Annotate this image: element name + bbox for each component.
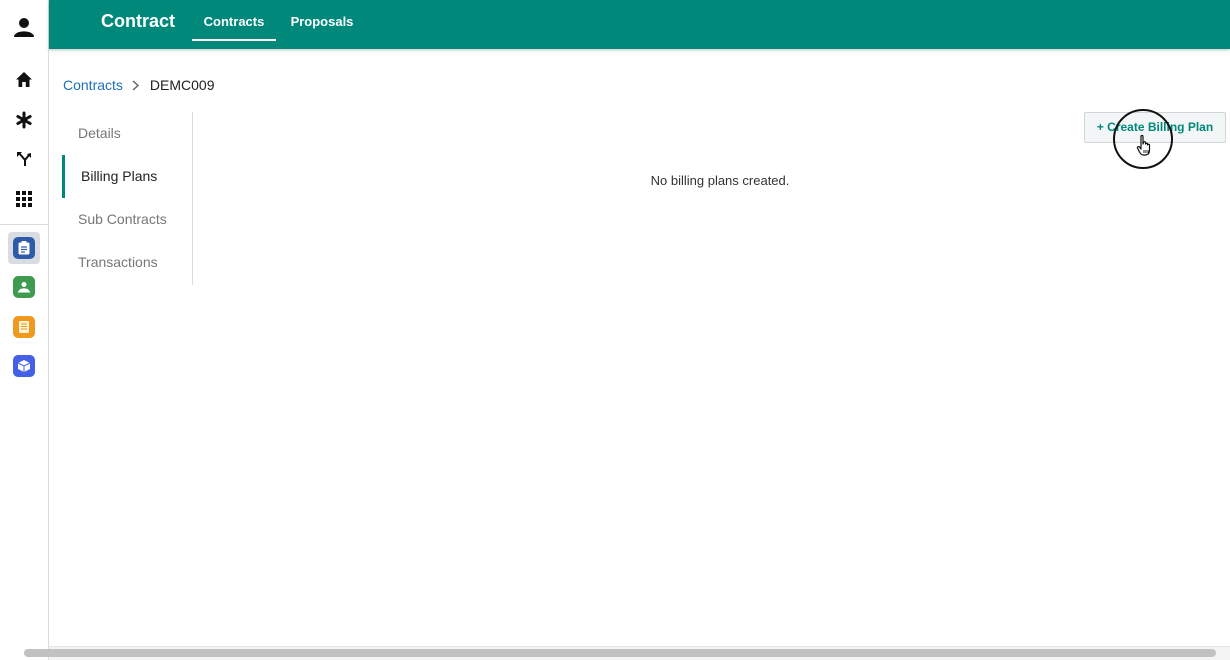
- box-icon: [13, 355, 35, 377]
- tab-proposals[interactable]: Proposals: [287, 0, 357, 41]
- orange-app-button[interactable]: [8, 311, 40, 343]
- empty-state-message: No billing plans created.: [650, 173, 790, 188]
- nav-item-sub-contracts[interactable]: Sub Contracts: [62, 198, 192, 241]
- nav-item-billing-plans[interactable]: Billing Plans: [62, 155, 192, 198]
- hand-cursor-icon: [1136, 134, 1154, 163]
- chevron-right-icon: [131, 79, 142, 91]
- user-icon[interactable]: [8, 11, 40, 43]
- contract-side-nav: Details Billing Plans Sub Contracts Tran…: [62, 112, 193, 285]
- apps-grid-icon[interactable]: [8, 183, 40, 215]
- app-title: Contract: [101, 11, 176, 31]
- tab-contracts[interactable]: Contracts: [192, 0, 276, 41]
- breadcrumb-contracts-link[interactable]: Contracts: [63, 77, 123, 93]
- asterisk-icon[interactable]: [8, 104, 40, 136]
- green-app-button[interactable]: [8, 271, 40, 303]
- nav-item-details[interactable]: Details: [62, 112, 192, 155]
- breadcrumb: Contracts DEMC009: [63, 77, 215, 93]
- home-icon[interactable]: [8, 64, 40, 96]
- breadcrumb-current: DEMC009: [149, 77, 215, 93]
- notepad-icon: [13, 316, 35, 338]
- rail-divider: [0, 224, 49, 225]
- clipboard-icon: [13, 237, 35, 259]
- nav-item-transactions[interactable]: Transactions: [62, 241, 192, 284]
- top-app-bar: Contract Contracts Proposals: [49, 0, 1230, 49]
- people-icon: [13, 276, 35, 298]
- blue-app-button[interactable]: [8, 350, 40, 382]
- branch-icon[interactable]: [8, 143, 40, 175]
- horizontal-scrollbar-thumb[interactable]: [24, 649, 1216, 657]
- contracts-app-button[interactable]: [8, 232, 40, 264]
- app-rail: [0, 0, 49, 660]
